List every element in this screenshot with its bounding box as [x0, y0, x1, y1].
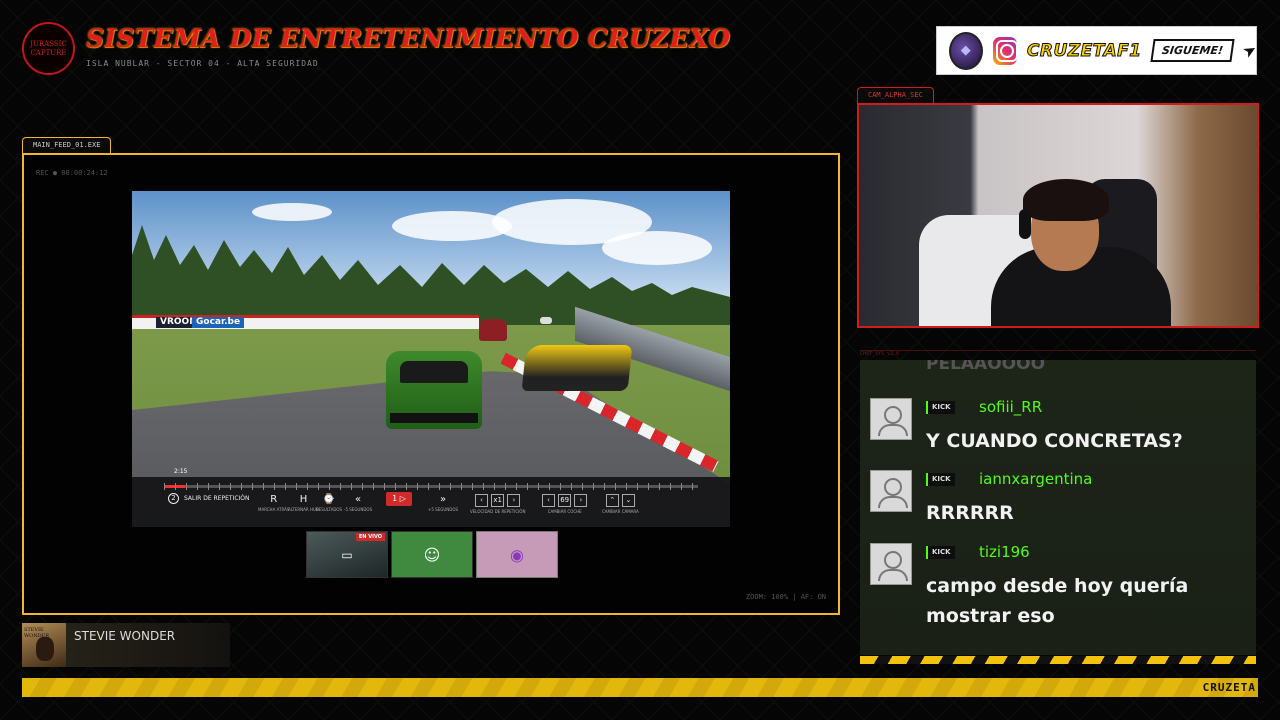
rewind-button[interactable]: «-5 SEGUNDOS	[344, 494, 372, 512]
platform-badge: KICK	[926, 546, 955, 559]
user-avatar-icon	[870, 543, 912, 585]
chat-panel: PELAAOOOO KICK sofiii_RR Y CUANDO CONCRE…	[860, 360, 1256, 655]
rec-indicator: REC ● 00:00:24:12	[36, 169, 108, 177]
character-icon: ☺	[423, 545, 441, 564]
now-playing-widget: STEVIE WONDER STEVIE WONDER	[22, 623, 230, 667]
platform-badge: KICK	[926, 473, 955, 486]
footer-ticker-bar: CRUZETA	[22, 678, 1258, 697]
forward-button[interactable]: » +5 SEGUNDOS	[428, 494, 458, 512]
monitor-icon: ▭	[341, 547, 353, 562]
chat-text: Y CUANDO CONCRETAS?	[926, 430, 1183, 452]
tab-main-feed[interactable]: MAIN_FEED_01.EXE	[22, 137, 112, 153]
player-car	[386, 351, 482, 429]
chat-username: tizi196	[979, 543, 1030, 561]
replay-speed-control[interactable]: ‹ x1 › VELOCIDAD DE REPETICIÓN	[470, 494, 525, 514]
social-banner[interactable]: ◆ CRUZETAF1 SIGUEME! ➤	[936, 26, 1260, 75]
race-car	[521, 345, 633, 391]
change-car-control[interactable]: ‹ 69 › CAMBIAR COCHE	[542, 494, 588, 514]
logo-icon: ◉	[510, 545, 524, 564]
chat-username: iannxargentina	[979, 470, 1093, 488]
instagram-icon	[992, 36, 1018, 65]
chat-username: sofiii_RR	[979, 398, 1043, 416]
page-title: SISTEMA DE ENTRETENIMIENTO CRUZEXO	[86, 24, 731, 53]
social-handle: CRUZETAF1	[1026, 40, 1142, 61]
zoom-indicator: ZOOM: 100% | AF: ON	[745, 593, 826, 601]
album-art: STEVIE WONDER	[22, 623, 66, 667]
live-badge: EN VIVO	[355, 533, 385, 541]
send-icon: ➤	[1238, 38, 1260, 63]
chat-text: RRRRRR	[926, 502, 1014, 524]
change-camera-control[interactable]: ⌃ ⌄ CAMBIAR CÁMARA	[602, 494, 639, 514]
thumbnail-avatar[interactable]: ☺	[391, 531, 473, 578]
channel-logo-icon: ◆	[949, 31, 983, 70]
headset-icon	[1019, 209, 1031, 239]
chat-previous-message: PELAAOOOO	[926, 360, 1046, 374]
main-feed-window: REC ● 00:00:24:12 VROOM Gocar.be 2:15 2 …	[22, 153, 840, 615]
reverse-button[interactable]: R MARCHA ATRÁS	[258, 494, 289, 512]
rewind-icon: «	[355, 494, 362, 505]
exit-replay-label: SALIR DE REPETICIÓN	[184, 495, 250, 502]
webcam-feed	[857, 103, 1259, 328]
follow-button[interactable]: SIGUEME!	[1150, 39, 1235, 62]
exit-replay-button[interactable]: 2 SALIR DE REPETICIÓN	[168, 493, 250, 504]
tab-webcam[interactable]: CAM_ALPHA_SEC	[857, 87, 934, 103]
page-subtitle: ISLA NUBLAR - SECTOR 04 - ALTA SEGURIDAD	[86, 59, 319, 68]
ad-board: Gocar.be	[192, 317, 245, 328]
platform-badge: KICK	[926, 401, 955, 414]
thumbnail-logo[interactable]: ◉	[476, 531, 558, 578]
webcam-person-hair	[1023, 179, 1109, 221]
lap-time: 2:15	[174, 468, 188, 475]
chat-text: campo desde hoy quería mostrar eso	[926, 575, 1189, 627]
race-car	[540, 317, 552, 324]
key-hint: 2	[168, 493, 179, 504]
user-avatar-icon	[870, 470, 912, 512]
thumbnail-live[interactable]: EN VIVO ▭	[306, 531, 388, 578]
footer-ticker-text: CRUZETA	[1202, 681, 1256, 694]
timeline-ticks	[164, 483, 698, 490]
tree-line	[132, 224, 730, 325]
replay-controls: 2 SALIR DE REPETICIÓN R MARCHA ATRÁS H ALT…	[132, 477, 730, 527]
forward-icon: »	[439, 494, 447, 505]
game-screen[interactable]: VROOM Gocar.be 2:15 2 SALIR DE REPETICIÓ…	[132, 191, 730, 527]
song-artist: STEVIE WONDER	[74, 629, 176, 643]
play-button[interactable]: 1 ▷	[386, 492, 412, 506]
stopwatch-icon: ⌚	[322, 494, 336, 505]
user-avatar-icon	[870, 398, 912, 440]
jurassic-logo: JURASSIC CAPTURE	[22, 22, 75, 75]
chat-header: CHAT_SYS_v2.0	[860, 350, 1256, 358]
thumbnail-strip: EN VIVO ▭ ☺ ◉	[306, 531, 558, 578]
race-car	[479, 319, 507, 341]
hazard-stripe	[860, 656, 1256, 664]
results-button[interactable]: ⌚ RESULTADOS	[316, 494, 342, 512]
toggle-hud-button[interactable]: H ALTERNAR HUD	[288, 494, 319, 512]
